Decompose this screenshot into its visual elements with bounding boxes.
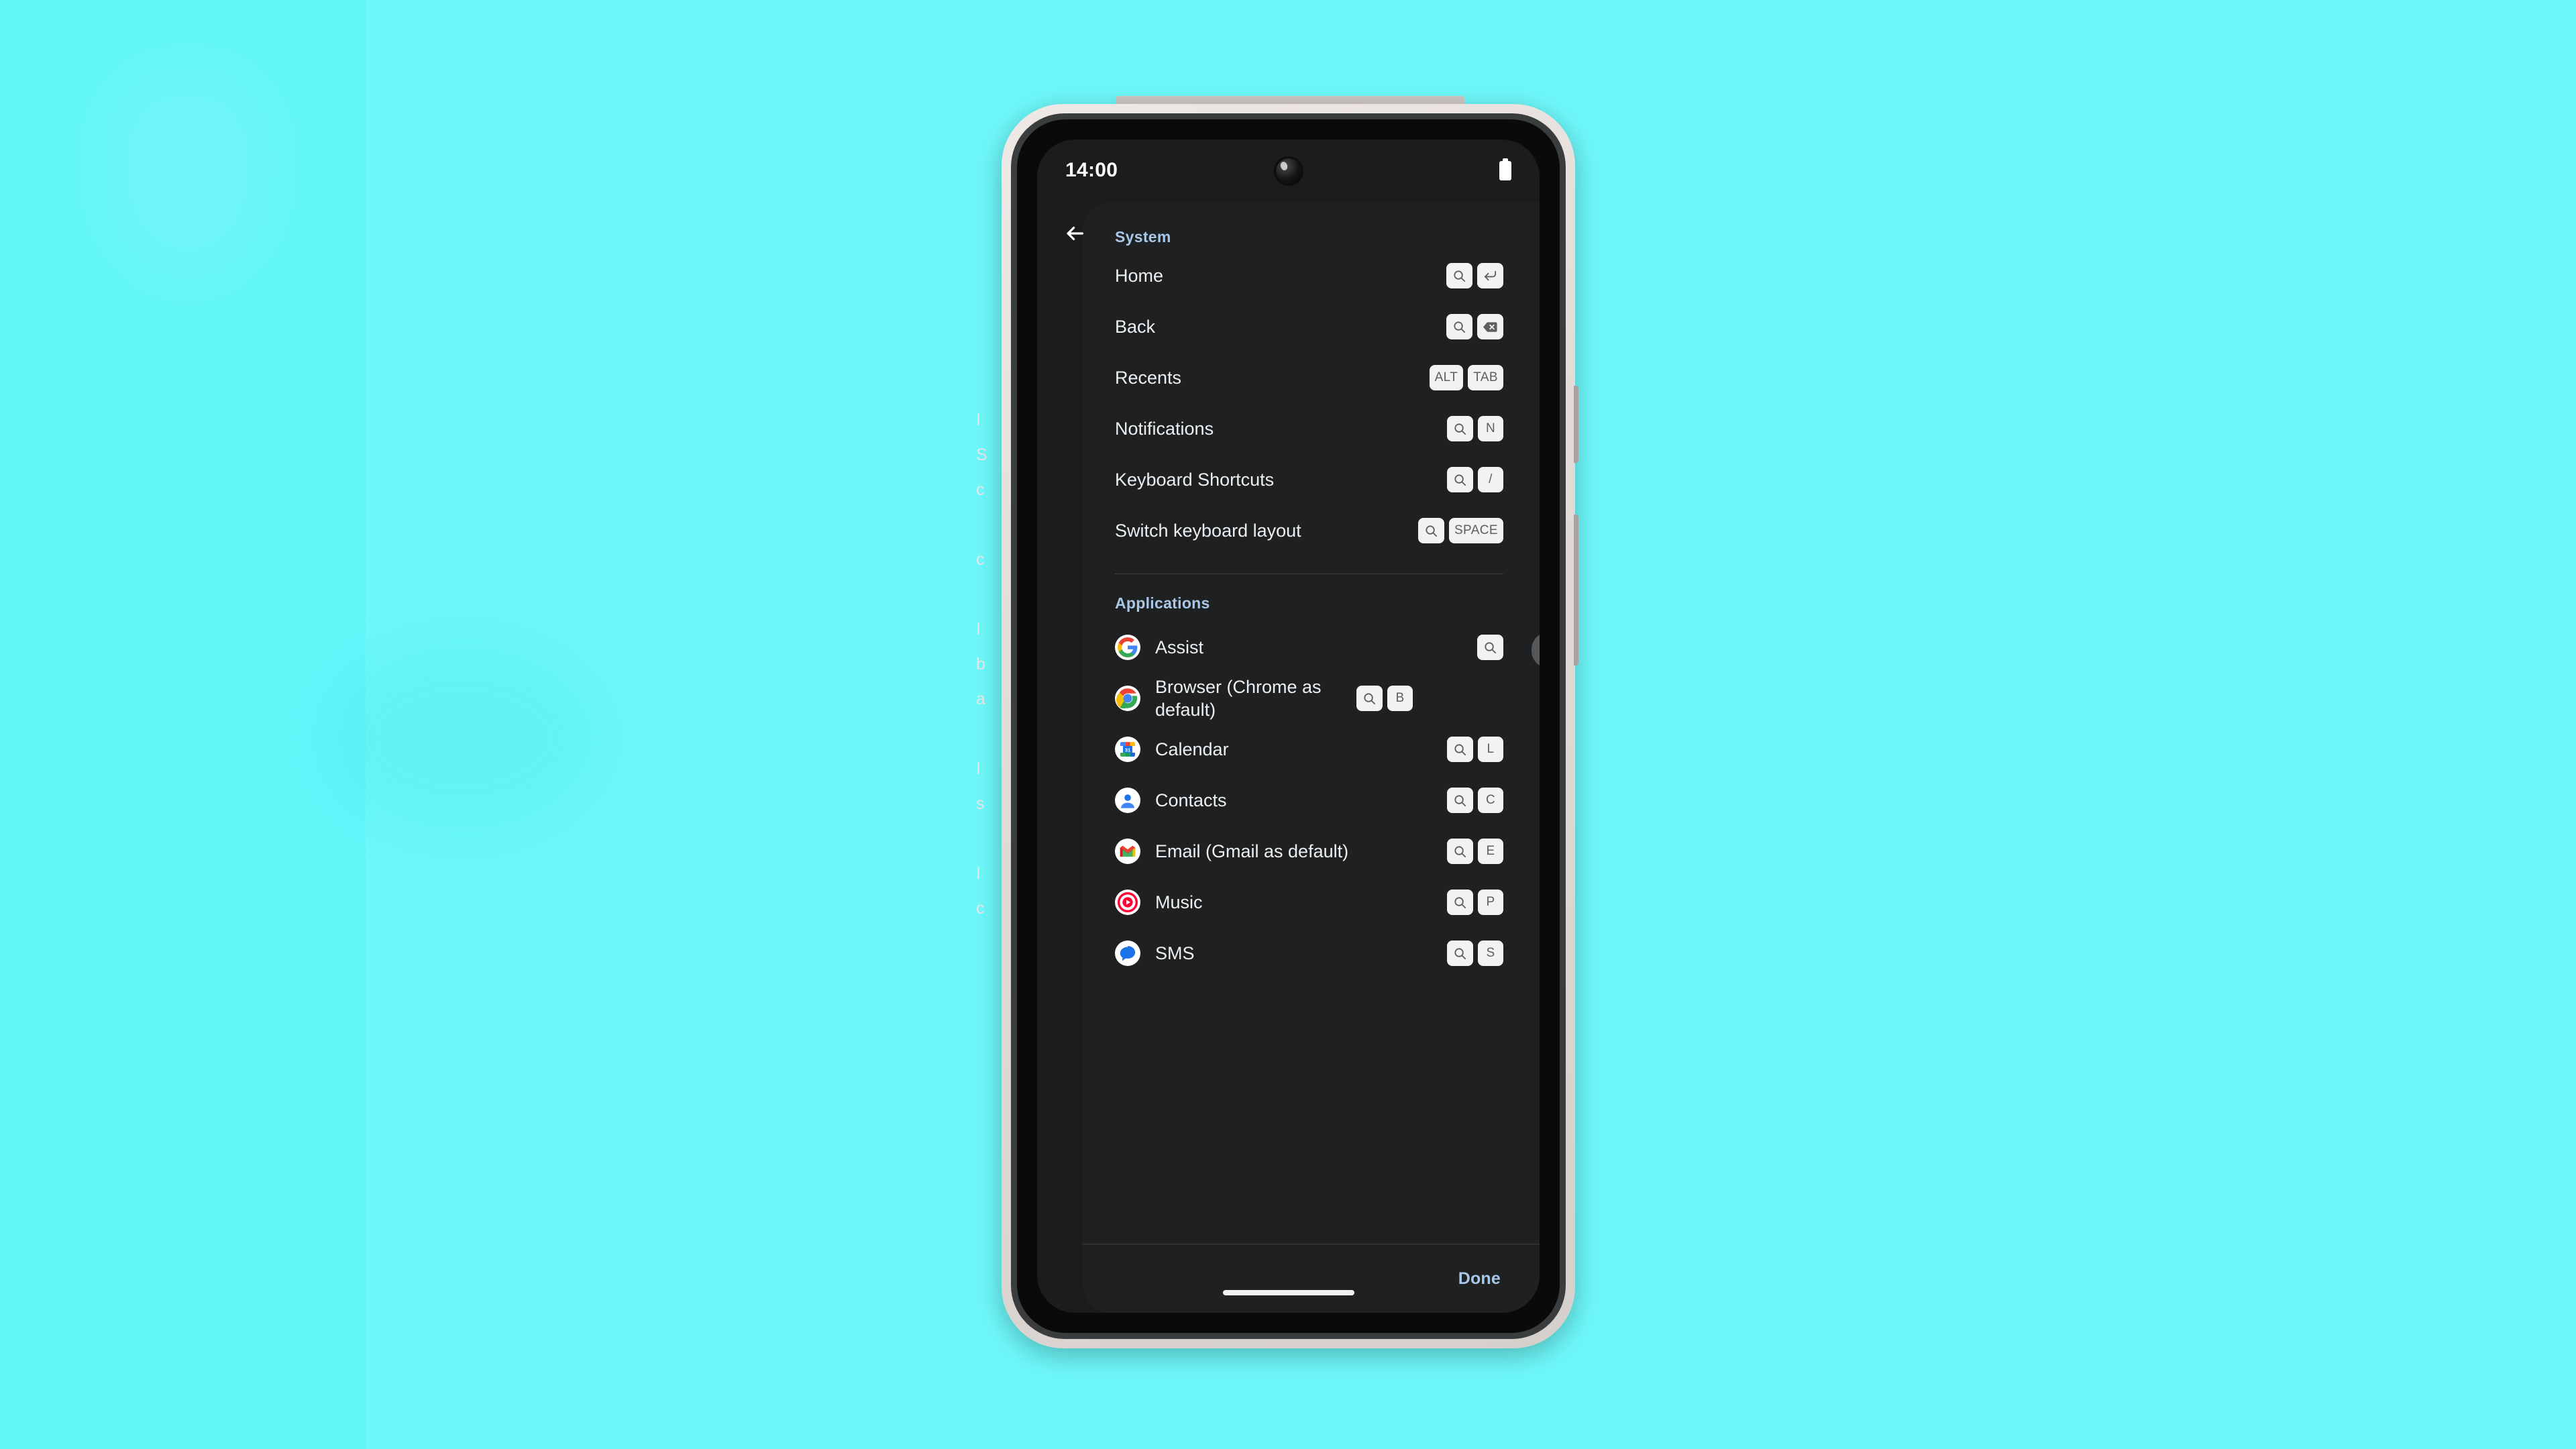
key-search-icon (1446, 263, 1472, 288)
shortcut-label: Music (1155, 892, 1203, 912)
status-bar-clock: 14:00 (1065, 159, 1118, 181)
key-cap: P (1478, 890, 1503, 915)
key-search-icon (1447, 890, 1473, 915)
shortcut-row[interactable]: Browser (Chrome as default) B (1115, 673, 1503, 724)
keyboard-shortcuts-dialog: System Home Back Recents ALT TAB Notifications… (1083, 203, 1540, 1313)
backdrop-blob-secondary (322, 637, 604, 839)
key-search-icon (1447, 416, 1473, 441)
gmail-icon (1115, 839, 1140, 864)
shortcut-row[interactable]: Home (1115, 250, 1503, 301)
key-search-icon (1417, 518, 1444, 543)
phone-bezel: 14:00 System Home Back Recents ALT TAB N… (1011, 113, 1566, 1339)
power-button[interactable] (1574, 386, 1578, 463)
shortcut-keys: L (1447, 737, 1503, 762)
shortcut-label: Switch keyboard layout (1115, 521, 1301, 541)
key-cap: ALT (1429, 365, 1464, 390)
shortcut-row[interactable]: Email (Gmail as default) E (1115, 826, 1503, 877)
key-enter-icon (1477, 263, 1503, 288)
section-title-system: System (1115, 228, 1171, 246)
key-search-icon (1477, 635, 1503, 660)
shortcut-label: Keyboard Shortcuts (1115, 470, 1275, 490)
key-search-icon (1446, 314, 1472, 339)
shortcut-label: Email (Gmail as default) (1155, 841, 1349, 861)
key-search-icon (1447, 839, 1473, 864)
backdrop-blob (101, 67, 275, 282)
key-cap: E (1478, 839, 1503, 864)
key-cap: S (1478, 941, 1503, 966)
section-title-applications: Applications (1115, 594, 1210, 612)
google-calendar-icon: 31 (1115, 737, 1140, 762)
shortcut-row[interactable]: Contacts C (1115, 775, 1503, 826)
key-search-icon (1447, 788, 1473, 813)
phone-screen: 14:00 System Home Back Recents ALT TAB N… (1037, 140, 1540, 1313)
shortcut-keys (1446, 314, 1503, 339)
keyboard-shortcuts-dialog-area: System Home Back Recents ALT TAB Notifications… (1037, 201, 1540, 1313)
key-search-icon (1447, 467, 1473, 492)
shortcut-keys: E (1447, 839, 1503, 864)
shortcut-row[interactable]: Keyboard Shortcuts / (1115, 454, 1503, 505)
shortcut-keys: / (1447, 467, 1503, 492)
shortcut-keys: S (1447, 941, 1503, 966)
battery-full-icon (1499, 158, 1511, 180)
done-button[interactable]: Done (1458, 1269, 1501, 1289)
key-backspace-icon (1477, 314, 1503, 339)
volume-button[interactable] (1574, 515, 1578, 665)
key-cap: N (1478, 416, 1503, 441)
shortcut-label: Home (1115, 266, 1164, 286)
shortcut-row[interactable]: SMS S (1115, 928, 1503, 979)
chrome-icon (1115, 686, 1140, 711)
shortcut-label: Recents (1115, 368, 1182, 388)
shortcut-keys (1477, 635, 1503, 660)
shortcut-label: Contacts (1155, 790, 1227, 810)
status-bar: 14:00 (1037, 140, 1540, 201)
dialog-scroll-content: System Home Back Recents ALT TAB Notifications… (1083, 203, 1540, 1244)
phone-bezel-inner: 14:00 System Home Back Recents ALT TAB N… (1017, 119, 1560, 1333)
youtube-music-icon (1115, 890, 1140, 915)
shortcut-label: Assist (1155, 637, 1204, 657)
shortcut-row[interactable]: Recents ALT TAB (1115, 352, 1503, 403)
shortcut-label: Browser (Chrome as default) (1155, 677, 1322, 720)
shortcut-keys: C (1447, 788, 1503, 813)
shortcut-label: Calendar (1155, 739, 1229, 759)
home-gesture-indicator[interactable] (1222, 1290, 1354, 1295)
google-messages-icon (1115, 941, 1140, 966)
shortcut-label: Back (1115, 317, 1156, 337)
key-search-icon (1447, 941, 1473, 966)
shortcut-row[interactable]: Assist (1115, 622, 1503, 673)
shortcut-row[interactable]: Music P (1115, 877, 1503, 928)
phone-device: 14:00 System Home Back Recents ALT TAB N… (1002, 96, 1578, 1348)
shortcut-row[interactable]: Notifications N (1115, 403, 1503, 454)
back-arrow-icon[interactable] (1057, 216, 1092, 251)
shortcut-keys: N (1447, 416, 1503, 441)
key-cap: SPACE (1448, 518, 1503, 543)
key-search-icon (1356, 686, 1383, 711)
key-cap: B (1387, 686, 1413, 711)
key-search-icon (1447, 737, 1473, 762)
shortcut-row[interactable]: Back (1115, 301, 1503, 352)
google-assist-icon (1115, 635, 1140, 660)
shortcut-keys (1446, 263, 1503, 288)
dialog-footer: Done (1083, 1244, 1540, 1313)
shortcut-keys: ALT TAB (1429, 365, 1503, 390)
shortcut-keys: P (1447, 890, 1503, 915)
svg-text:31: 31 (1125, 747, 1131, 753)
shortcut-label: Notifications (1115, 419, 1214, 439)
key-cap: TAB (1468, 365, 1503, 390)
shortcut-row[interactable]: 31 Calendar L (1115, 724, 1503, 775)
key-cap: C (1478, 788, 1503, 813)
key-cap: / (1478, 467, 1503, 492)
key-cap: L (1478, 737, 1503, 762)
shortcut-label: SMS (1155, 943, 1195, 963)
shortcut-row[interactable]: Switch keyboard layout SPACE (1115, 505, 1503, 556)
shortcut-keys: SPACE (1417, 518, 1503, 543)
google-contacts-icon (1115, 788, 1140, 813)
shortcut-keys: B (1356, 686, 1413, 711)
front-camera-icon (1275, 158, 1301, 184)
